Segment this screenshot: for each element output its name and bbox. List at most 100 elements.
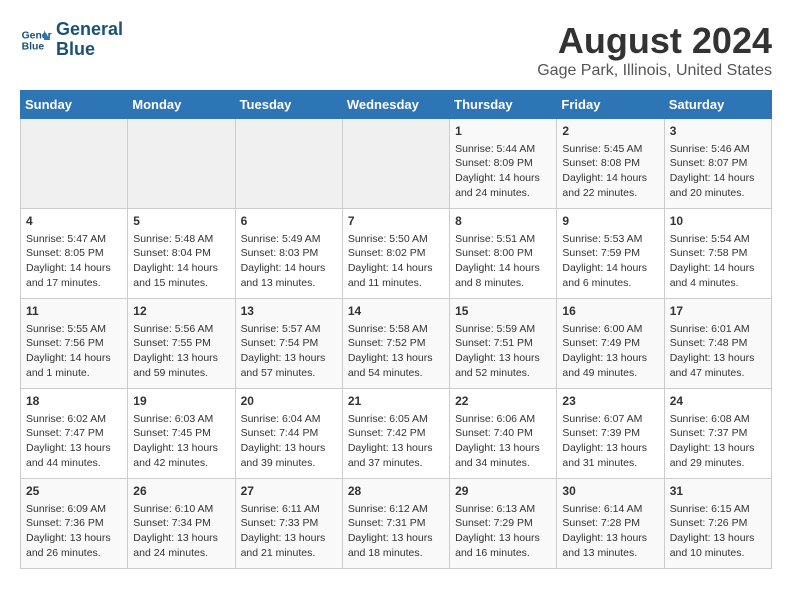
day-info: Daylight: 13 hours and 21 minutes. xyxy=(241,531,337,560)
calendar-week-row: 11Sunrise: 5:55 AMSunset: 7:56 PMDayligh… xyxy=(21,299,772,389)
day-info: Daylight: 13 hours and 24 minutes. xyxy=(133,531,229,560)
title-area: August 2024 Gage Park, Illinois, United … xyxy=(537,20,772,80)
calendar-day-cell: 4Sunrise: 5:47 AMSunset: 8:05 PMDaylight… xyxy=(21,209,128,299)
calendar-week-row: 1Sunrise: 5:44 AMSunset: 8:09 PMDaylight… xyxy=(21,119,772,209)
day-number: 12 xyxy=(133,303,229,320)
day-number: 13 xyxy=(241,303,337,320)
day-info: Sunset: 7:31 PM xyxy=(348,516,444,531)
day-number: 23 xyxy=(562,393,658,410)
day-info: Sunset: 8:09 PM xyxy=(455,156,551,171)
day-info: Sunset: 7:39 PM xyxy=(562,426,658,441)
day-info: Sunset: 8:07 PM xyxy=(670,156,766,171)
day-info: Sunset: 7:40 PM xyxy=(455,426,551,441)
day-info: Sunrise: 5:58 AM xyxy=(348,322,444,337)
day-info: Daylight: 13 hours and 37 minutes. xyxy=(348,441,444,470)
calendar-day-cell: 27Sunrise: 6:11 AMSunset: 7:33 PMDayligh… xyxy=(235,479,342,569)
calendar-day-cell: 6Sunrise: 5:49 AMSunset: 8:03 PMDaylight… xyxy=(235,209,342,299)
day-info: Daylight: 13 hours and 49 minutes. xyxy=(562,351,658,380)
day-info: Daylight: 14 hours and 6 minutes. xyxy=(562,261,658,290)
day-info: Sunrise: 5:57 AM xyxy=(241,322,337,337)
day-info: Sunrise: 6:05 AM xyxy=(348,412,444,427)
day-info: Daylight: 13 hours and 39 minutes. xyxy=(241,441,337,470)
day-info: Sunrise: 6:02 AM xyxy=(26,412,122,427)
day-info: Daylight: 13 hours and 52 minutes. xyxy=(455,351,551,380)
logo-text: General Blue xyxy=(56,20,123,60)
day-info: Sunset: 7:36 PM xyxy=(26,516,122,531)
day-info: Daylight: 13 hours and 54 minutes. xyxy=(348,351,444,380)
day-info: Daylight: 13 hours and 31 minutes. xyxy=(562,441,658,470)
calendar-day-cell: 28Sunrise: 6:12 AMSunset: 7:31 PMDayligh… xyxy=(342,479,449,569)
day-info: Daylight: 13 hours and 13 minutes. xyxy=(562,531,658,560)
calendar-day-cell: 13Sunrise: 5:57 AMSunset: 7:54 PMDayligh… xyxy=(235,299,342,389)
calendar-day-cell: 20Sunrise: 6:04 AMSunset: 7:44 PMDayligh… xyxy=(235,389,342,479)
weekday-header: Sunday xyxy=(21,91,128,119)
calendar-day-cell: 21Sunrise: 6:05 AMSunset: 7:42 PMDayligh… xyxy=(342,389,449,479)
day-info: Sunrise: 6:12 AM xyxy=(348,502,444,517)
day-info: Daylight: 13 hours and 10 minutes. xyxy=(670,531,766,560)
day-number: 29 xyxy=(455,483,551,500)
day-number: 3 xyxy=(670,123,766,140)
day-info: Sunset: 7:55 PM xyxy=(133,336,229,351)
day-info: Sunrise: 6:15 AM xyxy=(670,502,766,517)
day-number: 17 xyxy=(670,303,766,320)
calendar-day-cell: 3 Sunrise: 5:46 AMSunset: 8:07 PMDaylight… xyxy=(664,119,771,209)
weekday-header-row: SundayMondayTuesdayWednesdayThursdayFrid… xyxy=(21,91,772,119)
day-info: Daylight: 13 hours and 29 minutes. xyxy=(670,441,766,470)
calendar-day-cell: 17Sunrise: 6:01 AMSunset: 7:48 PMDayligh… xyxy=(664,299,771,389)
day-number: 15 xyxy=(455,303,551,320)
calendar-day-cell: 30Sunrise: 6:14 AMSunset: 7:28 PMDayligh… xyxy=(557,479,664,569)
day-info: Daylight: 14 hours and 20 minutes. xyxy=(670,171,766,200)
calendar-day-cell: 24Sunrise: 6:08 AMSunset: 7:37 PMDayligh… xyxy=(664,389,771,479)
calendar-day-cell xyxy=(128,119,235,209)
day-info: Sunset: 8:04 PM xyxy=(133,246,229,261)
day-info: Sunset: 7:51 PM xyxy=(455,336,551,351)
calendar-day-cell: 11Sunrise: 5:55 AMSunset: 7:56 PMDayligh… xyxy=(21,299,128,389)
day-info: Sunrise: 5:51 AM xyxy=(455,232,551,247)
day-info: Sunset: 8:03 PM xyxy=(241,246,337,261)
day-info: Sunrise: 5:50 AM xyxy=(348,232,444,247)
day-number: 14 xyxy=(348,303,444,320)
day-info: Sunset: 7:54 PM xyxy=(241,336,337,351)
day-info: Sunrise: 5:55 AM xyxy=(26,322,122,337)
day-number: 10 xyxy=(670,213,766,230)
day-number: 8 xyxy=(455,213,551,230)
calendar-day-cell: 9Sunrise: 5:53 AMSunset: 7:59 PMDaylight… xyxy=(557,209,664,299)
day-info: Sunrise: 6:08 AM xyxy=(670,412,766,427)
day-number: 5 xyxy=(133,213,229,230)
day-info: Daylight: 13 hours and 16 minutes. xyxy=(455,531,551,560)
calendar-day-cell: 18Sunrise: 6:02 AMSunset: 7:47 PMDayligh… xyxy=(21,389,128,479)
day-info: Sunrise: 5:46 AM xyxy=(670,142,766,157)
day-number: 16 xyxy=(562,303,658,320)
day-number: 26 xyxy=(133,483,229,500)
day-number: 21 xyxy=(348,393,444,410)
day-info: Sunrise: 6:01 AM xyxy=(670,322,766,337)
day-info: Daylight: 14 hours and 17 minutes. xyxy=(26,261,122,290)
day-info: Sunset: 7:26 PM xyxy=(670,516,766,531)
day-info: Sunset: 7:52 PM xyxy=(348,336,444,351)
calendar-day-cell: 19Sunrise: 6:03 AMSunset: 7:45 PMDayligh… xyxy=(128,389,235,479)
day-info: Sunrise: 6:04 AM xyxy=(241,412,337,427)
day-info: Daylight: 13 hours and 34 minutes. xyxy=(455,441,551,470)
calendar-day-cell: 23Sunrise: 6:07 AMSunset: 7:39 PMDayligh… xyxy=(557,389,664,479)
day-number: 27 xyxy=(241,483,337,500)
day-info: Sunrise: 6:03 AM xyxy=(133,412,229,427)
day-number: 1 xyxy=(455,123,551,140)
day-info: Sunrise: 6:00 AM xyxy=(562,322,658,337)
calendar-day-cell xyxy=(235,119,342,209)
calendar-week-row: 18Sunrise: 6:02 AMSunset: 7:47 PMDayligh… xyxy=(21,389,772,479)
day-info: Daylight: 14 hours and 15 minutes. xyxy=(133,261,229,290)
calendar-day-cell xyxy=(21,119,128,209)
day-info: Sunrise: 6:10 AM xyxy=(133,502,229,517)
logo-icon: General Blue xyxy=(20,24,52,56)
day-info: Sunset: 7:47 PM xyxy=(26,426,122,441)
day-info: Sunset: 7:28 PM xyxy=(562,516,658,531)
day-info: Sunset: 7:37 PM xyxy=(670,426,766,441)
day-info: Sunset: 7:45 PM xyxy=(133,426,229,441)
day-info: Sunrise: 6:06 AM xyxy=(455,412,551,427)
day-info: Sunset: 7:44 PM xyxy=(241,426,337,441)
day-info: Sunrise: 5:48 AM xyxy=(133,232,229,247)
weekday-header: Saturday xyxy=(664,91,771,119)
day-info: Daylight: 13 hours and 59 minutes. xyxy=(133,351,229,380)
day-number: 19 xyxy=(133,393,229,410)
calendar-day-cell: 8Sunrise: 5:51 AMSunset: 8:00 PMDaylight… xyxy=(450,209,557,299)
